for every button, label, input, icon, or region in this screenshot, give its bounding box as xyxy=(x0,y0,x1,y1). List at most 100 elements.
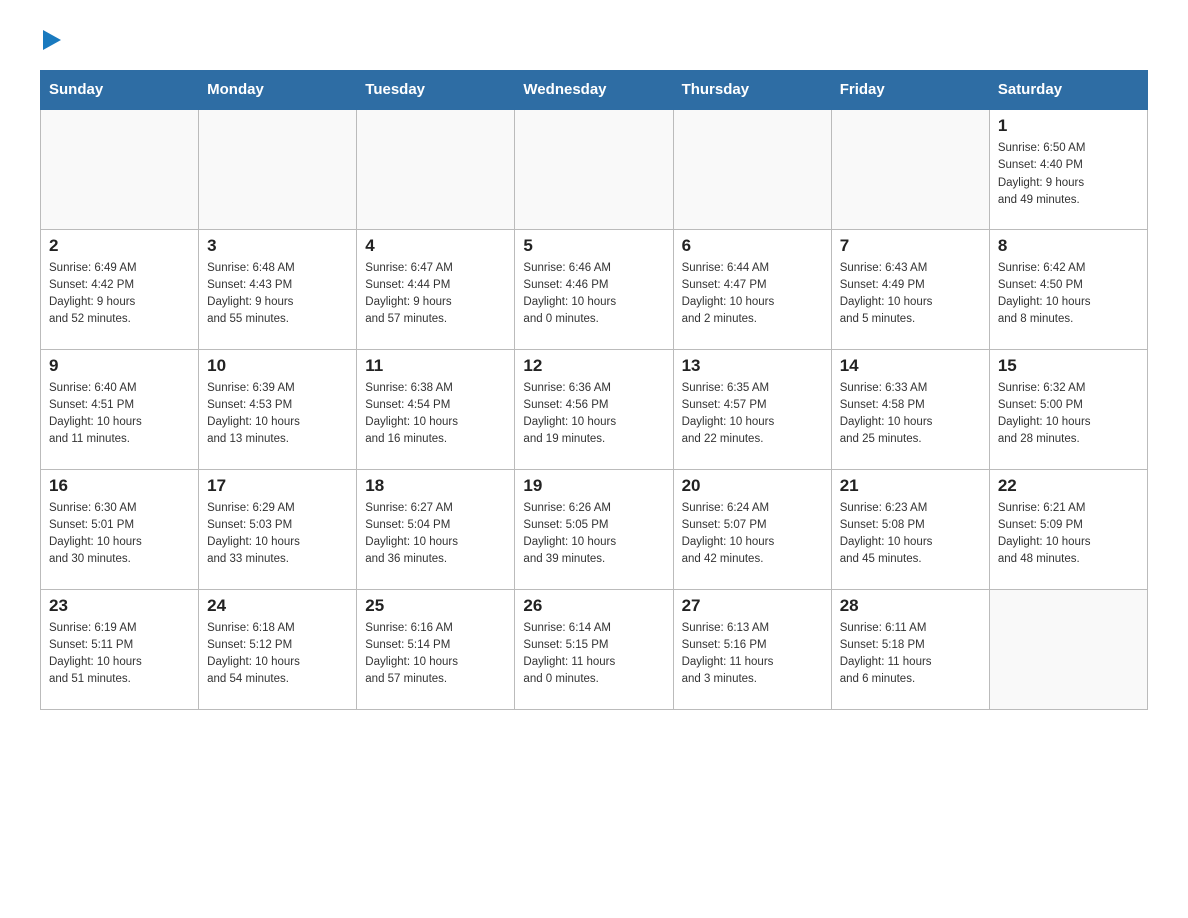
day-number: 16 xyxy=(49,476,190,496)
calendar-cell: 5 Sunrise: 6:46 AM Sunset: 4:46 PM Daylig… xyxy=(515,229,673,349)
day-info: Sunrise: 6:39 AM Sunset: 4:53 PM Dayligh… xyxy=(207,380,348,449)
weekday-header-wednesday: Wednesday xyxy=(515,71,673,110)
weekday-header-saturday: Saturday xyxy=(989,71,1147,110)
day-info: Sunrise: 6:32 AM Sunset: 5:00 PM Dayligh… xyxy=(998,380,1139,449)
day-info: Sunrise: 6:26 AM Sunset: 5:05 PM Dayligh… xyxy=(523,500,664,569)
calendar-cell: 26 Sunrise: 6:14 AM Sunset: 5:15 PM Dayli… xyxy=(515,589,673,709)
day-number: 12 xyxy=(523,356,664,376)
day-number: 14 xyxy=(840,356,981,376)
calendar-cell: 8 Sunrise: 6:42 AM Sunset: 4:50 PM Daylig… xyxy=(989,229,1147,349)
day-number: 3 xyxy=(207,236,348,256)
logo xyxy=(40,30,61,50)
day-number: 10 xyxy=(207,356,348,376)
day-number: 1 xyxy=(998,116,1139,136)
calendar-cell: 15 Sunrise: 6:32 AM Sunset: 5:00 PM Dayli… xyxy=(989,349,1147,469)
weekday-header-tuesday: Tuesday xyxy=(357,71,515,110)
calendar-cell: 9Sunrise: 6:40 AM Sunset: 4:51 PM Daylig… xyxy=(41,349,199,469)
day-number: 5 xyxy=(523,236,664,256)
day-number: 19 xyxy=(523,476,664,496)
week-row-5: 23 Sunrise: 6:19 AM Sunset: 5:11 PM Dayli… xyxy=(41,589,1148,709)
calendar-cell: 2 Sunrise: 6:49 AM Sunset: 4:42 PM Daylig… xyxy=(41,229,199,349)
day-info: Sunrise: 6:47 AM Sunset: 4:44 PM Dayligh… xyxy=(365,260,506,329)
week-row-2: 2 Sunrise: 6:49 AM Sunset: 4:42 PM Daylig… xyxy=(41,229,1148,349)
calendar-cell: 23 Sunrise: 6:19 AM Sunset: 5:11 PM Dayli… xyxy=(41,589,199,709)
day-info: Sunrise: 6:23 AM Sunset: 5:08 PM Dayligh… xyxy=(840,500,981,569)
calendar-cell xyxy=(989,589,1147,709)
weekday-header-thursday: Thursday xyxy=(673,71,831,110)
day-number: 20 xyxy=(682,476,823,496)
logo-triangle-icon xyxy=(43,30,61,50)
week-row-1: 1 Sunrise: 6:50 AM Sunset: 4:40 PM Daylig… xyxy=(41,109,1148,229)
day-number: 21 xyxy=(840,476,981,496)
page-header xyxy=(40,30,1148,50)
calendar-cell: 3 Sunrise: 6:48 AM Sunset: 4:43 PM Daylig… xyxy=(199,229,357,349)
day-info: Sunrise: 6:21 AM Sunset: 5:09 PM Dayligh… xyxy=(998,500,1139,569)
calendar-cell xyxy=(41,109,199,229)
calendar-cell xyxy=(515,109,673,229)
day-info: Sunrise: 6:50 AM Sunset: 4:40 PM Dayligh… xyxy=(998,140,1139,209)
day-info: Sunrise: 6:49 AM Sunset: 4:42 PM Dayligh… xyxy=(49,260,190,329)
day-number: 17 xyxy=(207,476,348,496)
day-number: 23 xyxy=(49,596,190,616)
day-info: Sunrise: 6:35 AM Sunset: 4:57 PM Dayligh… xyxy=(682,380,823,449)
day-info: Sunrise: 6:29 AM Sunset: 5:03 PM Dayligh… xyxy=(207,500,348,569)
calendar-cell: 1 Sunrise: 6:50 AM Sunset: 4:40 PM Daylig… xyxy=(989,109,1147,229)
day-info: Sunrise: 6:36 AM Sunset: 4:56 PM Dayligh… xyxy=(523,380,664,449)
calendar-cell: 24 Sunrise: 6:18 AM Sunset: 5:12 PM Dayli… xyxy=(199,589,357,709)
day-info: Sunrise: 6:33 AM Sunset: 4:58 PM Dayligh… xyxy=(840,380,981,449)
day-info: Sunrise: 6:46 AM Sunset: 4:46 PM Dayligh… xyxy=(523,260,664,329)
calendar-cell: 19 Sunrise: 6:26 AM Sunset: 5:05 PM Dayli… xyxy=(515,469,673,589)
day-info: Sunrise: 6:30 AM Sunset: 5:01 PM Dayligh… xyxy=(49,500,190,569)
calendar-cell xyxy=(831,109,989,229)
calendar-cell: 7Sunrise: 6:43 AM Sunset: 4:49 PM Daylig… xyxy=(831,229,989,349)
calendar-cell xyxy=(357,109,515,229)
day-number: 18 xyxy=(365,476,506,496)
day-number: 15 xyxy=(998,356,1139,376)
day-number: 26 xyxy=(523,596,664,616)
day-info: Sunrise: 6:13 AM Sunset: 5:16 PM Dayligh… xyxy=(682,620,823,689)
week-row-4: 16 Sunrise: 6:30 AM Sunset: 5:01 PM Dayli… xyxy=(41,469,1148,589)
calendar-cell: 22 Sunrise: 6:21 AM Sunset: 5:09 PM Dayli… xyxy=(989,469,1147,589)
calendar-cell: 20 Sunrise: 6:24 AM Sunset: 5:07 PM Dayli… xyxy=(673,469,831,589)
calendar-cell xyxy=(199,109,357,229)
calendar-cell: 12 Sunrise: 6:36 AM Sunset: 4:56 PM Dayli… xyxy=(515,349,673,469)
day-info: Sunrise: 6:42 AM Sunset: 4:50 PM Dayligh… xyxy=(998,260,1139,329)
week-row-3: 9Sunrise: 6:40 AM Sunset: 4:51 PM Daylig… xyxy=(41,349,1148,469)
weekday-header-monday: Monday xyxy=(199,71,357,110)
day-info: Sunrise: 6:14 AM Sunset: 5:15 PM Dayligh… xyxy=(523,620,664,689)
day-info: Sunrise: 6:24 AM Sunset: 5:07 PM Dayligh… xyxy=(682,500,823,569)
calendar-body: 1 Sunrise: 6:50 AM Sunset: 4:40 PM Daylig… xyxy=(41,109,1148,709)
calendar-cell: 6Sunrise: 6:44 AM Sunset: 4:47 PM Daylig… xyxy=(673,229,831,349)
day-info: Sunrise: 6:43 AM Sunset: 4:49 PM Dayligh… xyxy=(840,260,981,329)
calendar-cell xyxy=(673,109,831,229)
weekday-header-sunday: Sunday xyxy=(41,71,199,110)
day-info: Sunrise: 6:18 AM Sunset: 5:12 PM Dayligh… xyxy=(207,620,348,689)
day-number: 11 xyxy=(365,356,506,376)
calendar-cell: 18 Sunrise: 6:27 AM Sunset: 5:04 PM Dayli… xyxy=(357,469,515,589)
day-number: 8 xyxy=(998,236,1139,256)
day-number: 24 xyxy=(207,596,348,616)
day-number: 27 xyxy=(682,596,823,616)
day-info: Sunrise: 6:19 AM Sunset: 5:11 PM Dayligh… xyxy=(49,620,190,689)
calendar-cell: 28 Sunrise: 6:11 AM Sunset: 5:18 PM Dayli… xyxy=(831,589,989,709)
day-number: 2 xyxy=(49,236,190,256)
day-number: 22 xyxy=(998,476,1139,496)
day-info: Sunrise: 6:27 AM Sunset: 5:04 PM Dayligh… xyxy=(365,500,506,569)
calendar-cell: 25Sunrise: 6:16 AM Sunset: 5:14 PM Dayli… xyxy=(357,589,515,709)
calendar-cell: 21 Sunrise: 6:23 AM Sunset: 5:08 PM Dayli… xyxy=(831,469,989,589)
day-info: Sunrise: 6:40 AM Sunset: 4:51 PM Dayligh… xyxy=(49,380,190,449)
calendar-cell: 4 Sunrise: 6:47 AM Sunset: 4:44 PM Daylig… xyxy=(357,229,515,349)
calendar-cell: 17 Sunrise: 6:29 AM Sunset: 5:03 PM Dayli… xyxy=(199,469,357,589)
day-number: 6 xyxy=(682,236,823,256)
calendar-cell: 11Sunrise: 6:38 AM Sunset: 4:54 PM Dayli… xyxy=(357,349,515,469)
day-info: Sunrise: 6:11 AM Sunset: 5:18 PM Dayligh… xyxy=(840,620,981,689)
day-number: 4 xyxy=(365,236,506,256)
weekday-row: SundayMondayTuesdayWednesdayThursdayFrid… xyxy=(41,71,1148,110)
calendar-cell: 13Sunrise: 6:35 AM Sunset: 4:57 PM Dayli… xyxy=(673,349,831,469)
calendar-header: SundayMondayTuesdayWednesdayThursdayFrid… xyxy=(41,71,1148,110)
calendar-table: SundayMondayTuesdayWednesdayThursdayFrid… xyxy=(40,70,1148,710)
day-info: Sunrise: 6:48 AM Sunset: 4:43 PM Dayligh… xyxy=(207,260,348,329)
day-number: 28 xyxy=(840,596,981,616)
calendar-cell: 10 Sunrise: 6:39 AM Sunset: 4:53 PM Dayli… xyxy=(199,349,357,469)
day-number: 25 xyxy=(365,596,506,616)
